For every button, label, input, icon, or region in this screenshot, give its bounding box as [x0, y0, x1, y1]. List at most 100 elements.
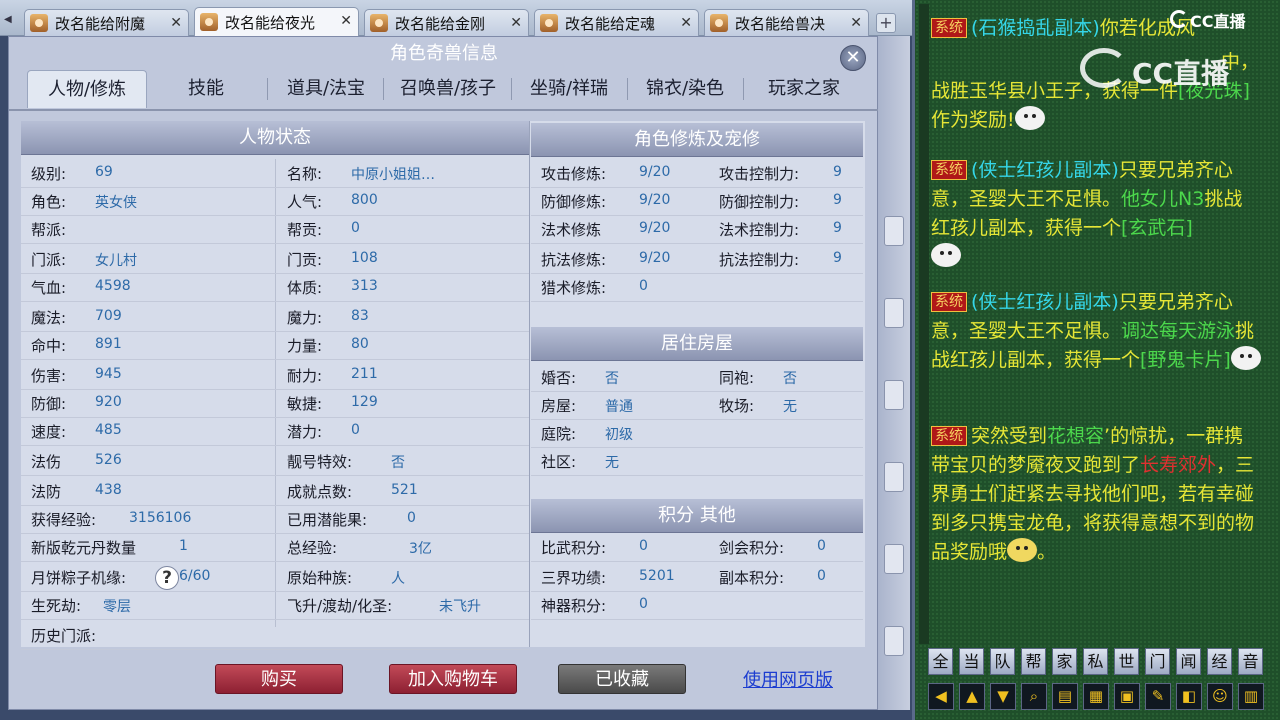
browser-tab-1[interactable]: 改名能给附魔 ✕	[24, 9, 189, 36]
web-version-link[interactable]: 使用网页版	[743, 666, 833, 692]
status-label: 已用潜能果:	[287, 511, 368, 529]
row-divider	[531, 243, 863, 244]
side-button[interactable]	[884, 462, 904, 492]
status-label: 人气:	[287, 193, 323, 211]
list-icon[interactable]: ▥	[1238, 683, 1264, 710]
arrow-up-icon[interactable]: ▲	[959, 683, 985, 710]
window-icon[interactable]: ◧	[1176, 683, 1202, 710]
lock-icon[interactable]: ▣	[1114, 683, 1140, 710]
tab-pets[interactable]: 召唤兽/孩子	[387, 70, 509, 108]
tab-label: 改名能给兽决	[735, 14, 826, 33]
side-button[interactable]	[884, 380, 904, 410]
chat-panel: 系统 (石猴捣乱副本)你若化成风 中，战胜玉华县小王子，获得一件[夜光珠]作为奖励…	[912, 0, 1280, 720]
tab-close-icon[interactable]: ✕	[850, 15, 862, 31]
chat-scrollbar[interactable]	[919, 4, 929, 644]
chat-toolbar: ◀ ▲ ▼ ⌕ ▤ ▦ ▣ ✎ ◧ ☺ ▥	[928, 683, 1268, 713]
chat-channel-button[interactable]: 私	[1083, 648, 1108, 675]
tab-scroll-left-icon[interactable]: ◀	[4, 14, 18, 30]
status-label: 魔法:	[31, 309, 67, 327]
tab-close-icon[interactable]: ✕	[510, 15, 522, 31]
arrow-left-icon[interactable]: ◀	[928, 683, 954, 710]
new-tab-icon[interactable]: +	[876, 13, 896, 33]
row-divider	[531, 273, 863, 274]
row-divider	[531, 475, 863, 476]
note-icon[interactable]: ▤	[1052, 683, 1078, 710]
cultivation-label: 法术修炼	[541, 221, 602, 239]
arrow-down-icon[interactable]: ▼	[990, 683, 1016, 710]
side-button[interactable]	[884, 216, 904, 246]
close-icon[interactable]: ✕	[840, 45, 866, 71]
chat-channel-button[interactable]: 闻	[1176, 648, 1201, 675]
grid-icon[interactable]: ▦	[1083, 683, 1109, 710]
status-label: 门贡:	[287, 251, 323, 269]
cc-logo-icon	[1080, 48, 1128, 88]
chat-channel-button[interactable]: 经	[1207, 648, 1232, 675]
buy-button[interactable]: 购买	[215, 664, 343, 694]
status-label: 伤害:	[31, 367, 67, 385]
browser-tab-4[interactable]: 改名能给定魂 ✕	[534, 9, 699, 36]
status-label: 新版乾元丹数量	[31, 539, 137, 557]
tab-mounts[interactable]: 坐骑/祥瑞	[513, 70, 625, 108]
housing-label: 社区:	[541, 453, 577, 471]
tab-skills[interactable]: 技能	[151, 70, 261, 108]
chat-message: 系统 (侠士红孩儿副本)只要兄弟齐心意，圣婴大王不足惧。他女儿N3挑战红孩儿副本，…	[931, 156, 1261, 272]
chat-channel-button[interactable]: 世	[1114, 648, 1139, 675]
cultivation-value: 9	[833, 250, 842, 266]
row-divider	[21, 475, 529, 476]
tab-close-icon[interactable]: ✕	[680, 15, 692, 31]
status-value: 709	[95, 308, 122, 324]
emote-icon[interactable]: ☺	[1207, 683, 1233, 710]
status-label: 帮贡:	[287, 221, 323, 239]
item-link[interactable]: [野鬼卡片]	[1140, 349, 1231, 371]
status-label: 历史门派:	[31, 627, 97, 645]
status-label: 名称:	[287, 165, 323, 183]
cultivation-label: 抗法修炼:	[541, 251, 607, 269]
tab-player-home[interactable]: 玩家之家	[745, 70, 863, 108]
emote-icon	[1014, 106, 1045, 130]
row-divider	[531, 591, 863, 592]
tab-close-icon[interactable]: ✕	[340, 13, 352, 29]
item-link[interactable]: [玄武石]	[1121, 217, 1193, 239]
side-button[interactable]	[884, 298, 904, 328]
cultivation-value: 9/20	[639, 220, 671, 236]
cultivation-value: 9/20	[639, 250, 671, 266]
status-label: 原始种族:	[287, 569, 353, 587]
chat-channel-button[interactable]: 全	[928, 648, 953, 675]
search-icon[interactable]: ⌕	[1021, 683, 1047, 710]
browser-tab-3[interactable]: 改名能给金刚 ✕	[364, 9, 529, 36]
tab-items[interactable]: 道具/法宝	[271, 70, 381, 108]
browser-tab-2[interactable]: 改名能给夜光 ✕	[194, 7, 359, 36]
status-label: 月饼粽子机缘:	[31, 569, 127, 587]
status-value: 80	[351, 336, 369, 352]
brush-icon[interactable]: ✎	[1145, 683, 1171, 710]
side-button[interactable]	[884, 626, 904, 656]
chat-channel-button[interactable]: 当	[959, 648, 984, 675]
favorited-button[interactable]: 已收藏	[558, 664, 686, 694]
status-value: 800	[351, 192, 378, 208]
chat-channel-button[interactable]: 门	[1145, 648, 1170, 675]
player-name[interactable]: 调达每天游泳	[1121, 320, 1235, 342]
tab-character[interactable]: 人物/修炼	[27, 70, 147, 108]
chat-channel-button[interactable]: 家	[1052, 648, 1077, 675]
cultivation-label: 攻击修炼:	[541, 165, 607, 183]
tab-divider	[383, 78, 384, 100]
npc-name[interactable]: 花想容	[1047, 425, 1104, 447]
location-link[interactable]: 长寿郊外	[1140, 454, 1216, 476]
browser-tab-5[interactable]: 改名能给兽决 ✕	[704, 9, 869, 36]
chat-channel-button[interactable]: 队	[990, 648, 1015, 675]
player-name[interactable]: 他女儿N3	[1121, 188, 1204, 210]
help-icon[interactable]: ?	[155, 566, 179, 590]
emote-icon	[1230, 346, 1261, 370]
add-to-cart-button[interactable]: 加入购物车	[389, 664, 517, 694]
row-divider	[21, 561, 529, 562]
screen: ◀ 改名能给附魔 ✕ 改名能给夜光 ✕ 改名能给金刚 ✕ 改名能给定魂 ✕ 改名…	[0, 0, 1280, 720]
tab-label: 改名能给夜光	[225, 13, 316, 32]
chat-channel-button[interactable]: 帮	[1021, 648, 1046, 675]
row-divider	[21, 417, 529, 418]
tab-outfits[interactable]: 锦衣/染色	[629, 70, 741, 108]
chat-channel-button[interactable]: 音	[1238, 648, 1263, 675]
points-label: 副本积分:	[719, 569, 785, 587]
tab-close-icon[interactable]: ✕	[170, 15, 182, 31]
points-value: 0	[639, 596, 648, 612]
side-button[interactable]	[884, 544, 904, 574]
